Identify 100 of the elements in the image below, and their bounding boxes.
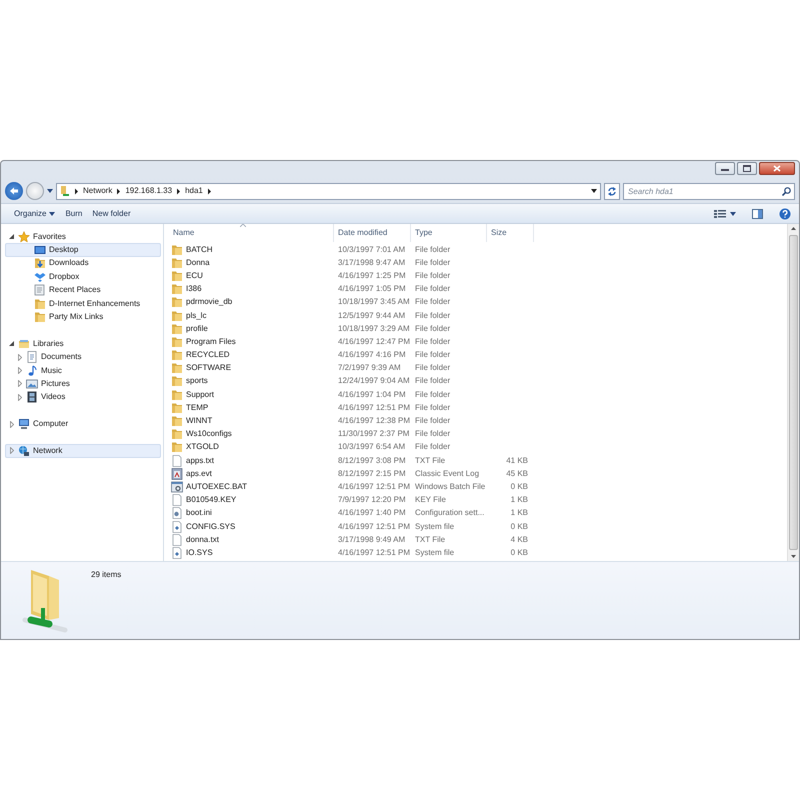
date-modified: 12/24/1997 9:04 AM bbox=[337, 375, 411, 388]
file-type: File folder bbox=[414, 296, 452, 308]
nav-item[interactable]: Desktop bbox=[5, 243, 161, 257]
nav-item[interactable]: Computer bbox=[5, 417, 161, 431]
file-name[interactable]: BATCH bbox=[186, 244, 213, 256]
search-field[interactable]: Search hda1 bbox=[623, 182, 795, 200]
back-button[interactable] bbox=[5, 182, 23, 200]
search-icon[interactable] bbox=[782, 186, 791, 196]
file-name[interactable]: ECU bbox=[186, 270, 203, 282]
file-name[interactable]: donna.txt bbox=[186, 534, 219, 546]
chevron-icon[interactable] bbox=[176, 188, 182, 194]
file-size: 4 KB bbox=[510, 534, 528, 544]
file-name[interactable]: XTGOLD bbox=[186, 441, 219, 454]
file-name[interactable]: I386 bbox=[186, 283, 202, 296]
file-type: File folder bbox=[414, 441, 452, 454]
nav-item[interactable]: Documents bbox=[5, 350, 161, 364]
file-name[interactable]: pdrmovie_db bbox=[186, 296, 232, 308]
date-modified: 11/30/1997 2:37 PM bbox=[337, 428, 410, 440]
file-name[interactable]: Ws10configs bbox=[186, 428, 232, 440]
nav-item[interactable]: Recent Places bbox=[5, 284, 161, 297]
collapsed-icon[interactable] bbox=[18, 367, 22, 374]
view-button[interactable] bbox=[714, 210, 736, 218]
date-modified: 3/17/1998 9:47 AM bbox=[337, 256, 406, 269]
desktop-icon bbox=[34, 244, 46, 256]
file-name[interactable]: B010549.KEY bbox=[186, 494, 236, 506]
file-name[interactable]: apps.txt bbox=[186, 454, 214, 467]
nav-item[interactable]: Network bbox=[5, 444, 161, 458]
breadcrumb-link[interactable]: hda1 bbox=[185, 185, 203, 197]
collapsed-icon[interactable] bbox=[18, 380, 22, 388]
date-modified: 7/9/1997 12:20 PM bbox=[337, 494, 407, 506]
nav-item[interactable]: D-Internet Enhancements bbox=[5, 296, 161, 310]
address-bar[interactable]: Network 192.168.1.33 hda1 bbox=[56, 182, 601, 200]
breadcrumb-link[interactable]: Network bbox=[83, 185, 112, 197]
folder-icon bbox=[171, 415, 183, 428]
date-modified: 4/16/1997 12:51 PM bbox=[337, 546, 411, 559]
nav-item[interactable]: Pictures bbox=[5, 377, 161, 391]
file-name[interactable]: Support bbox=[186, 388, 214, 401]
column-header[interactable]: Date modified bbox=[334, 224, 411, 242]
chevron-icon[interactable] bbox=[116, 188, 122, 194]
nav-item[interactable]: Music bbox=[5, 364, 161, 378]
nav-item[interactable]: Libraries bbox=[5, 337, 161, 351]
network-icon bbox=[18, 444, 30, 457]
nav-item[interactable]: Favorites bbox=[5, 230, 161, 244]
file-name[interactable]: RECYCLED bbox=[186, 349, 230, 362]
pictures-icon bbox=[26, 378, 38, 390]
dropdown-icon[interactable] bbox=[47, 189, 53, 193]
file-size: 41 KB bbox=[506, 456, 528, 465]
date-modified: 3/17/1998 9:49 AM bbox=[337, 534, 406, 546]
event-log-icon bbox=[171, 468, 183, 480]
folder-icon bbox=[34, 298, 46, 310]
date-modified: 4/16/1997 12:38 PM bbox=[337, 415, 411, 428]
file-name[interactable]: sports bbox=[186, 375, 208, 388]
file-name[interactable]: CONFIG.SYS bbox=[186, 520, 236, 533]
file-type: File folder bbox=[414, 375, 452, 388]
close-button[interactable] bbox=[759, 162, 795, 175]
scrollbar[interactable] bbox=[787, 224, 799, 561]
file-name[interactable]: boot.ini bbox=[186, 507, 212, 520]
preview-pane-icon[interactable] bbox=[752, 208, 763, 218]
nav-item[interactable]: Videos bbox=[5, 390, 161, 404]
column-header[interactable]: Type bbox=[411, 224, 487, 242]
file-name[interactable]: TEMP bbox=[186, 402, 208, 414]
collapsed-icon[interactable] bbox=[18, 354, 22, 361]
computer-icon bbox=[18, 418, 30, 430]
toolbar-button[interactable]: New folder bbox=[87, 206, 136, 222]
column-header[interactable]: Name bbox=[164, 224, 334, 242]
chevron-icon[interactable] bbox=[206, 188, 212, 194]
collapsed-icon[interactable] bbox=[10, 420, 14, 428]
expanded-icon[interactable] bbox=[9, 234, 14, 240]
nav-item[interactable]: Downloads bbox=[5, 256, 161, 270]
breadcrumb-link[interactable]: 192.168.1.33 bbox=[125, 185, 172, 197]
file-name[interactable]: profile bbox=[186, 322, 208, 335]
nav-item[interactable]: Dropbox bbox=[5, 270, 161, 284]
nav-item[interactable]: Party Mix Links bbox=[5, 310, 161, 324]
file-name[interactable]: SOFTWARE bbox=[186, 362, 232, 374]
folder-icon bbox=[171, 349, 183, 362]
folder-icon bbox=[34, 311, 46, 324]
dropdown-icon[interactable] bbox=[591, 189, 597, 193]
star-icon bbox=[18, 230, 30, 243]
collapsed-icon[interactable] bbox=[18, 394, 22, 401]
minimize-button[interactable] bbox=[715, 162, 735, 175]
column-header[interactable]: Size bbox=[487, 224, 534, 242]
chevron-icon[interactable] bbox=[74, 188, 79, 194]
collapsed-icon[interactable] bbox=[10, 447, 14, 454]
file-size: 1 KB bbox=[510, 508, 528, 518]
refresh-button[interactable] bbox=[604, 182, 620, 200]
expanded-icon[interactable] bbox=[9, 341, 14, 346]
file-name[interactable]: AUTOEXEC.BAT bbox=[186, 480, 248, 493]
close-icon bbox=[773, 165, 781, 172]
caret-icon bbox=[49, 212, 56, 216]
file-name[interactable]: aps.evt bbox=[186, 468, 212, 480]
help-icon[interactable] bbox=[779, 208, 791, 220]
file-name[interactable]: IO.SYS bbox=[186, 546, 213, 559]
file-name[interactable]: WINNT bbox=[186, 415, 212, 428]
file-name[interactable]: Donna bbox=[186, 256, 210, 269]
toolbar-button[interactable]: Organize bbox=[9, 206, 60, 222]
toolbar-button[interactable]: Burn bbox=[60, 206, 88, 222]
file-name[interactable]: pls_lc bbox=[186, 310, 206, 322]
file-name[interactable]: Program Files bbox=[186, 336, 236, 348]
maximize-button[interactable] bbox=[737, 162, 757, 175]
date-modified: 4/16/1997 12:51 PM bbox=[337, 480, 411, 493]
